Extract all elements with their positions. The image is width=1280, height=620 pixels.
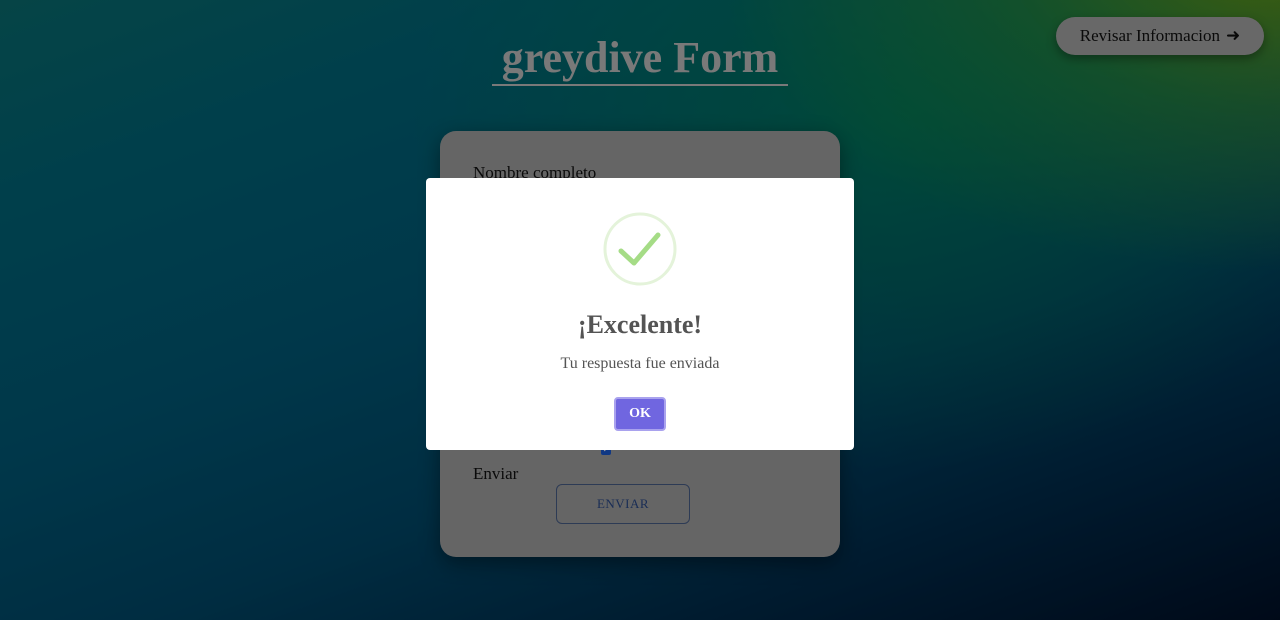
dialog-title: ¡Excelente! bbox=[577, 310, 703, 339]
success-dialog: ¡Excelente! Tu respuesta fue enviada OK bbox=[426, 178, 854, 450]
dialog-message: Tu respuesta fue enviada bbox=[560, 355, 720, 372]
ok-button[interactable]: OK bbox=[614, 397, 666, 431]
success-check-icon bbox=[603, 212, 677, 286]
